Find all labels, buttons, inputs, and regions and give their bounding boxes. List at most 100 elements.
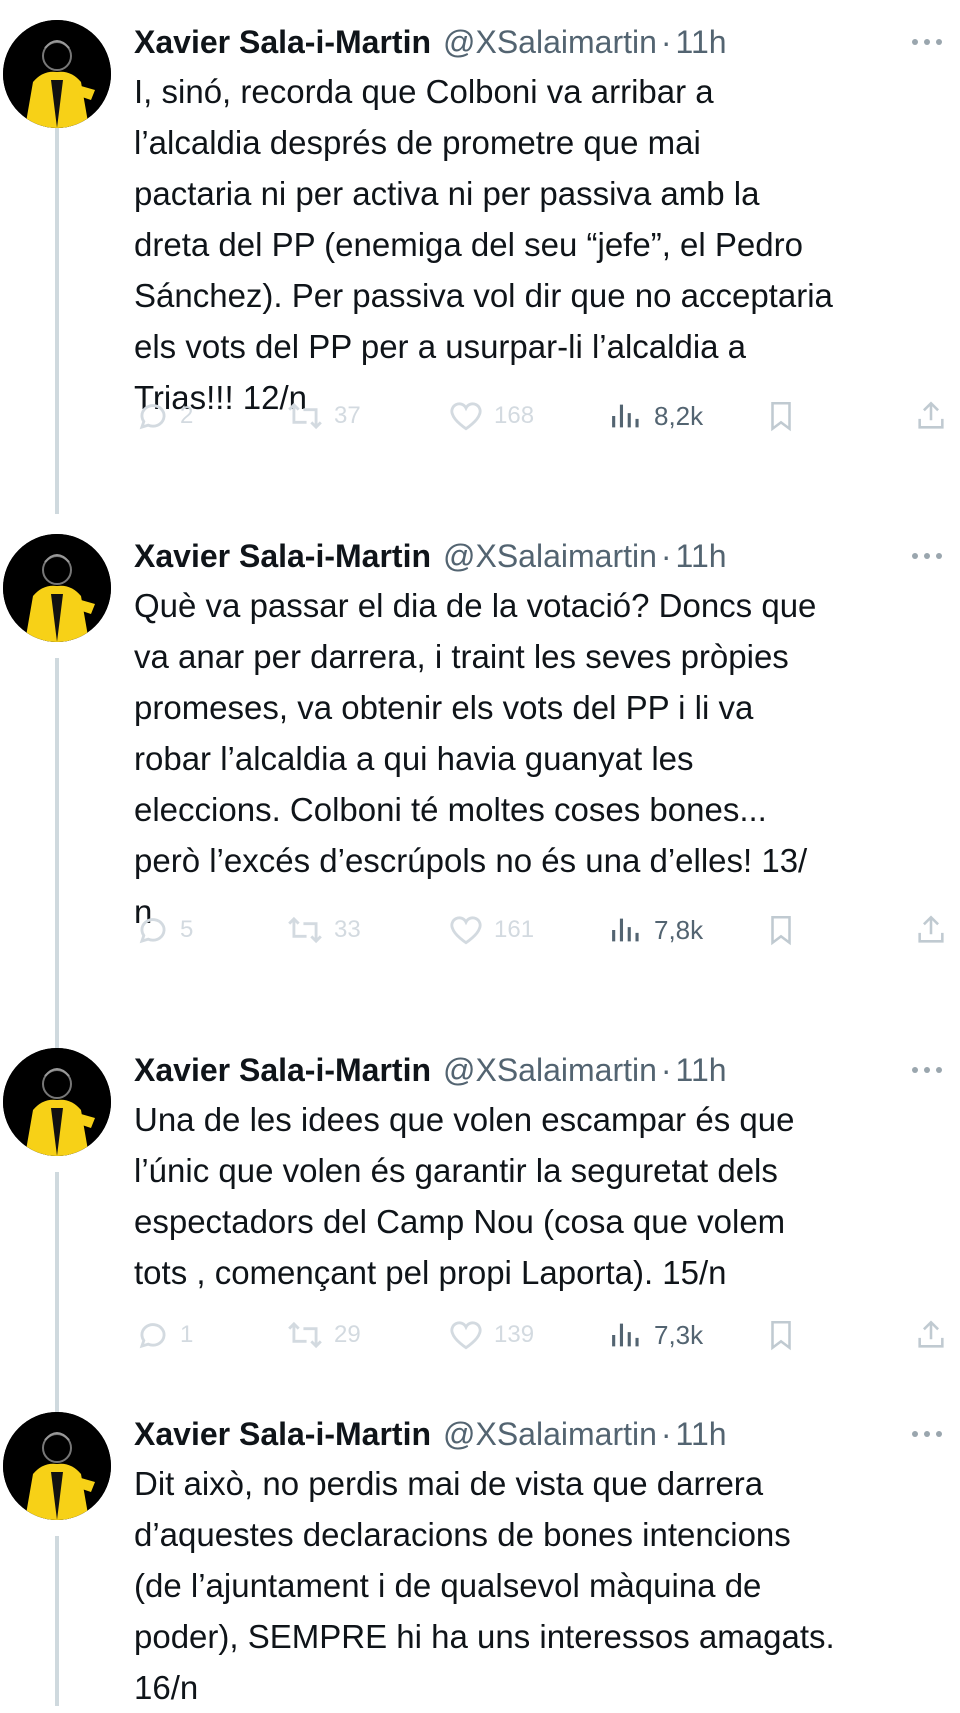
tweet-header: Xavier Sala-i-Martin @XSalaimartin · 11h [134, 1412, 727, 1456]
bookmark-icon [771, 401, 791, 432]
like-count: 161 [494, 916, 535, 943]
bookmark-button[interactable] [764, 391, 798, 441]
avatar[interactable] [3, 1048, 111, 1156]
heart-icon [450, 916, 482, 945]
more-icon[interactable] [902, 20, 952, 64]
tweet-text-line: espectadors del Camp Nou (cosa que volem [134, 1203, 786, 1240]
tweet-text-line: I, sinó, recorda que Colboni va arribar … [134, 73, 714, 110]
tweet-text-line: tots , començant pel propi Laporta). 15/… [134, 1254, 727, 1291]
more-icon[interactable] [902, 1048, 952, 1092]
author-handle[interactable]: @XSalaimartin [443, 20, 657, 64]
reply-button[interactable]: 2 [134, 391, 193, 441]
views-button[interactable]: 7,8k [608, 905, 703, 955]
heart-icon [450, 1321, 482, 1350]
author-handle[interactable]: @XSalaimartin [443, 534, 657, 578]
avatar[interactable] [3, 20, 111, 128]
timestamp[interactable]: 11h [676, 534, 727, 578]
tweet-text-line: pactaria ni per activa ni per passiva am… [134, 175, 760, 212]
tweet-actions: 5 33 161 7,8k [134, 905, 954, 955]
reply-button[interactable]: 1 [134, 1310, 193, 1360]
author-handle[interactable]: @XSalaimartin [443, 1412, 657, 1456]
tweet-header: Xavier Sala-i-Martin @XSalaimartin · 11h [134, 20, 727, 64]
avatar-image [3, 20, 111, 128]
like-button[interactable]: 139 [446, 1310, 534, 1360]
like-count: 168 [494, 402, 535, 429]
reply-count: 2 [180, 402, 194, 429]
share-button[interactable] [914, 1310, 948, 1360]
tweet-text-line: dreta del PP (enemiga del seu “jefe”, el… [134, 226, 803, 263]
tweet-text-line: els vots del PP per a usurpar-li l’alcal… [134, 328, 747, 365]
tweet-text-line: eleccions. Colboni té moltes coses bones… [134, 791, 767, 828]
share-icon [918, 401, 944, 429]
tweet-text-line: va anar per darrera, i traint les seves … [134, 638, 789, 675]
more-icon[interactable] [902, 1412, 952, 1456]
reply-icon [139, 918, 166, 944]
tweet-header: Xavier Sala-i-Martin @XSalaimartin · 11h [134, 534, 727, 578]
like-button[interactable]: 168 [446, 391, 534, 441]
tweet-text: I, sinó, recorda que Colboni va arribar … [134, 66, 934, 423]
views-count: 7,8k [654, 914, 704, 945]
timestamp[interactable]: 11h [676, 20, 727, 64]
tweet[interactable]: Xavier Sala-i-Martin @XSalaimartin · 11h… [0, 1048, 960, 1368]
tweet[interactable]: Xavier Sala-i-Martin @XSalaimartin · 11h… [0, 1412, 960, 1706]
avatar[interactable] [3, 534, 111, 642]
tweet[interactable]: Xavier Sala-i-Martin @XSalaimartin · 11h… [0, 534, 960, 994]
author-handle[interactable]: @XSalaimartin [443, 1048, 657, 1092]
tweet-actions: 2 37 168 8,2k [134, 391, 954, 441]
avatar-image [3, 1048, 111, 1156]
separator: · [660, 24, 672, 60]
retweet-button[interactable]: 29 [284, 1310, 361, 1360]
retweet-count: 29 [334, 1321, 361, 1348]
reply-count: 1 [180, 1321, 194, 1348]
bookmark-button[interactable] [764, 1310, 798, 1360]
author-name[interactable]: Xavier Sala-i-Martin [134, 1048, 431, 1092]
tweet-text-line: l’alcaldia després de prometre que mai [134, 124, 701, 161]
reply-icon [139, 1323, 166, 1349]
views-icon [612, 918, 639, 942]
timestamp[interactable]: 11h [676, 1412, 727, 1456]
share-button[interactable] [914, 391, 948, 441]
tweet-text-line: 16/n [134, 1669, 199, 1706]
retweet-button[interactable]: 37 [284, 391, 361, 441]
author-name[interactable]: Xavier Sala-i-Martin [134, 20, 431, 64]
retweet-icon [288, 1321, 322, 1349]
author-name[interactable]: Xavier Sala-i-Martin [134, 1412, 431, 1456]
author-name[interactable]: Xavier Sala-i-Martin [134, 534, 431, 578]
views-button[interactable]: 7,3k [608, 1310, 703, 1360]
tweet-text-line: promeses, va obtenir els vots del PP i l… [134, 689, 754, 726]
tweet-text: Què va passar el dia de la votació? Donc… [134, 580, 934, 937]
tweet-text-line: l’únic que volen és garantir la segureta… [134, 1152, 778, 1189]
share-button[interactable] [914, 905, 948, 955]
tweet-actions: 1 29 139 7,3k [134, 1310, 954, 1360]
bookmark-icon [771, 1320, 791, 1351]
separator: · [660, 1416, 672, 1452]
reply-count: 5 [180, 916, 194, 943]
tweet-text-line: robar l’alcaldia a qui havia guanyat les [134, 740, 694, 777]
like-button[interactable]: 161 [446, 905, 534, 955]
retweet-count: 33 [334, 916, 361, 943]
timestamp[interactable]: 11h [676, 1048, 727, 1092]
views-button[interactable]: 8,2k [608, 391, 703, 441]
tweet-header: Xavier Sala-i-Martin @XSalaimartin · 11h [134, 1048, 727, 1092]
tweet-text-line: Dit això, no perdis mai de vista que dar… [134, 1465, 764, 1502]
share-icon [918, 1320, 944, 1348]
tweet-text-line: poder), SEMPRE hi ha uns interessos amag… [134, 1618, 835, 1655]
tweet-text: Dit això, no perdis mai de vista que dar… [134, 1458, 934, 1713]
bookmark-button[interactable] [764, 905, 798, 955]
avatar-image [3, 1412, 111, 1520]
reply-icon [139, 404, 166, 430]
views-icon [612, 1323, 639, 1347]
avatar[interactable] [3, 1412, 111, 1520]
tweet[interactable]: Xavier Sala-i-Martin @XSalaimartin · 11h… [0, 20, 960, 480]
tweet-text-line: però l’excés d’escrúpols no és una d’ell… [134, 842, 808, 879]
views-count: 7,3k [654, 1319, 704, 1350]
tweet-text-line: d’aquestes declaracions de bones intenci… [134, 1516, 791, 1553]
thread: Xavier Sala-i-Martin @XSalaimartin · 11h… [0, 0, 960, 1706]
reply-button[interactable]: 5 [134, 905, 193, 955]
avatar-image [3, 534, 111, 642]
retweet-button[interactable]: 33 [284, 905, 361, 955]
tweet-text-line: Una de les idees que volen escampar és q… [134, 1101, 795, 1138]
tweet-text-line: (de l’ajuntament i de qualsevol màquina … [134, 1567, 762, 1604]
more-icon[interactable] [902, 534, 952, 578]
tweet-text: Una de les idees que volen escampar és q… [134, 1094, 934, 1298]
